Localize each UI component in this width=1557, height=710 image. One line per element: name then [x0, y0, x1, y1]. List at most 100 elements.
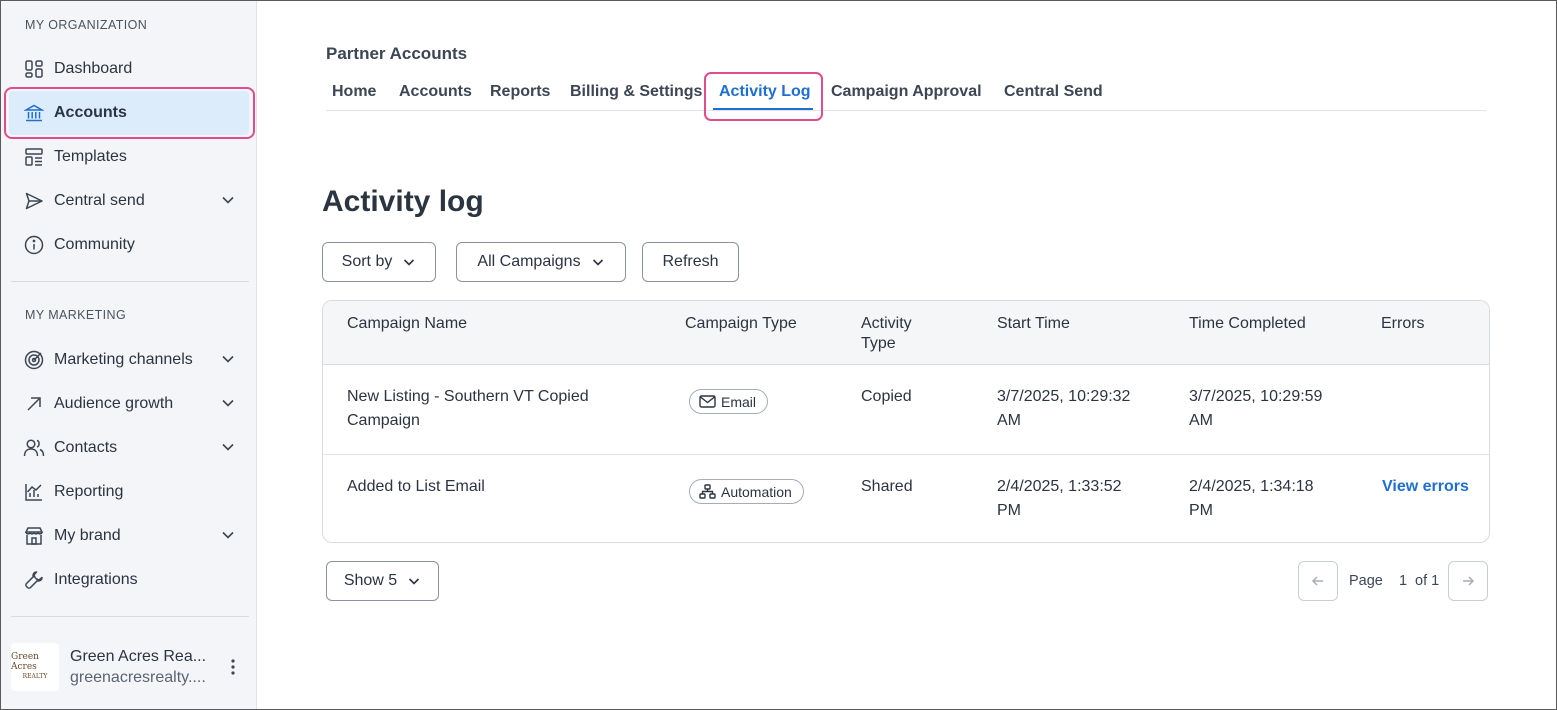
page-size-dropdown[interactable]: Show 5 — [326, 561, 439, 601]
envelope-icon — [699, 395, 716, 408]
active-tab-indicator — [713, 108, 813, 110]
campaign-type-badge: Automation — [689, 479, 804, 504]
page-total-label: of 1 — [1415, 573, 1440, 589]
campaign-name-cell: Added to List Email — [347, 478, 485, 495]
start-time-text: 3/7/2025, 10:29:32 — [997, 388, 1131, 405]
tab-accounts[interactable]: Accounts — [399, 83, 472, 101]
org-switcher[interactable]: Green Acres REALTY Green Acres Rea... gr… — [11, 641, 251, 693]
main-content: Partner Accounts Home Accounts Reports B… — [257, 1, 1556, 709]
column-header-campaign-name[interactable]: Campaign Name — [347, 314, 467, 334]
dashboard-icon — [23, 58, 45, 80]
sidebar-item-my-brand[interactable]: My brand — [9, 514, 249, 558]
sidebar-item-label: Accounts — [54, 104, 127, 121]
campaign-name-cell: New Listing - Southern VT Copied Campaig… — [347, 387, 589, 431]
column-header-campaign-type[interactable]: Campaign Type — [685, 314, 797, 334]
chevron-down-icon[interactable] — [219, 394, 237, 412]
page-title: Activity log — [322, 185, 484, 218]
chevron-down-icon — [409, 578, 420, 585]
column-header-text: Activity — [861, 315, 912, 332]
chevron-down-icon[interactable] — [219, 350, 237, 368]
column-header-time-completed[interactable]: Time Completed — [1189, 314, 1306, 334]
time-completed-text: PM — [1189, 502, 1213, 519]
sidebar-item-label: Audience growth — [54, 395, 174, 412]
sidebar-item-contacts[interactable]: Contacts — [9, 426, 249, 470]
start-time-text: PM — [997, 502, 1021, 519]
kebab-menu-icon[interactable] — [225, 657, 241, 677]
refresh-label: Refresh — [662, 253, 719, 270]
sidebar-divider — [11, 616, 249, 617]
sidebar-item-marketing-channels[interactable]: Marketing channels — [9, 338, 249, 382]
tab-bar: Home Accounts Reports Billing & Settings… — [326, 75, 1486, 111]
sidebar-divider — [11, 281, 249, 282]
campaign-name-text: New Listing - Southern VT Copied — [347, 388, 589, 405]
contacts-icon — [23, 437, 45, 459]
campaign-name-text: Campaign — [347, 412, 420, 429]
page-number-input[interactable]: 1 — [1396, 573, 1410, 589]
chevron-down-icon — [404, 259, 415, 266]
sidebar-item-label: Marketing channels — [54, 351, 193, 368]
tab-billing-settings[interactable]: Billing & Settings — [570, 83, 702, 101]
table-row: Added to List Email Automation Shared 2/… — [323, 454, 1489, 542]
next-page-button[interactable] — [1448, 561, 1488, 601]
store-icon — [23, 525, 45, 547]
arrow-right-icon — [1463, 576, 1475, 586]
chevron-down-icon — [592, 259, 603, 266]
sidebar-item-audience-growth[interactable]: Audience growth — [9, 382, 249, 426]
sidebar-item-label: Dashboard — [54, 60, 133, 77]
activity-table: Campaign Name Campaign Type Activity Typ… — [322, 300, 1490, 543]
column-header-errors[interactable]: Errors — [1381, 314, 1425, 334]
start-time-text: 2/4/2025, 1:33:52 — [997, 478, 1122, 495]
refresh-button[interactable]: Refresh — [642, 242, 739, 282]
chevron-down-icon[interactable] — [219, 526, 237, 544]
start-time-cell: 3/7/2025, 10:29:32 AM — [997, 387, 1130, 431]
sidebar-item-label: Contacts — [54, 439, 118, 456]
sidebar-item-label: Community — [54, 236, 135, 253]
target-icon — [23, 349, 45, 371]
column-header-text: Type — [861, 335, 896, 352]
sidebar-item-dashboard[interactable]: Dashboard — [9, 47, 249, 91]
sort-by-dropdown[interactable]: Sort by — [322, 242, 436, 282]
tab-activity-log[interactable]: Activity Log — [719, 83, 811, 101]
campaign-type-badge: Email — [689, 389, 769, 414]
campaign-type-text: Email — [721, 393, 757, 410]
sidebar-item-label: My brand — [54, 527, 121, 544]
time-completed-cell: 2/4/2025, 1:34:18 PM — [1189, 477, 1314, 521]
sidebar-item-templates[interactable]: Templates — [9, 135, 249, 179]
tab-central-send[interactable]: Central Send — [1004, 83, 1103, 101]
sidebar-item-label: Central send — [54, 192, 145, 209]
page-label: Page — [1349, 573, 1383, 589]
page-size-label: Show 5 — [343, 572, 398, 589]
campaign-filter-label: All Campaigns — [477, 253, 581, 270]
sidebar-item-reporting[interactable]: Reporting — [9, 470, 249, 514]
sidebar-item-integrations[interactable]: Integrations — [9, 558, 249, 602]
sidebar-item-community[interactable]: Community — [9, 223, 249, 267]
column-header-activity-type[interactable]: Activity Type — [861, 314, 912, 354]
sort-by-label: Sort by — [341, 253, 393, 270]
bank-icon — [23, 102, 45, 124]
table-row: New Listing - Southern VT Copied Campaig… — [323, 365, 1489, 454]
section-title: Partner Accounts — [326, 44, 468, 63]
activity-type-cell: Shared — [861, 478, 913, 495]
tab-home[interactable]: Home — [332, 83, 376, 101]
activity-type-cell: Copied — [861, 388, 912, 405]
sidebar-item-label: Integrations — [54, 571, 138, 588]
section-title-organization: MY ORGANIZATION — [25, 18, 148, 32]
campaign-filter-dropdown[interactable]: All Campaigns — [456, 242, 626, 282]
org-logo: Green Acres REALTY — [11, 643, 59, 691]
app-window: MY ORGANIZATION Dashboard Accounts Templ… — [0, 0, 1557, 710]
tab-reports[interactable]: Reports — [490, 83, 550, 101]
send-icon — [23, 190, 45, 212]
tab-campaign-approval[interactable]: Campaign Approval — [831, 83, 982, 101]
org-name: Green Acres Rea... — [70, 647, 207, 665]
info-icon — [23, 234, 45, 256]
chevron-down-icon[interactable] — [219, 191, 237, 209]
campaign-type-text: Automation — [721, 483, 792, 500]
sidebar-item-accounts[interactable]: Accounts — [9, 91, 249, 135]
column-header-start-time[interactable]: Start Time — [997, 314, 1070, 334]
chevron-down-icon[interactable] — [219, 438, 237, 456]
view-errors-link[interactable]: View errors — [1382, 477, 1469, 497]
section-title-marketing: MY MARKETING — [25, 308, 127, 322]
previous-page-button[interactable] — [1298, 561, 1338, 601]
sidebar-item-central-send[interactable]: Central send — [9, 179, 249, 223]
chart-icon — [23, 481, 45, 503]
